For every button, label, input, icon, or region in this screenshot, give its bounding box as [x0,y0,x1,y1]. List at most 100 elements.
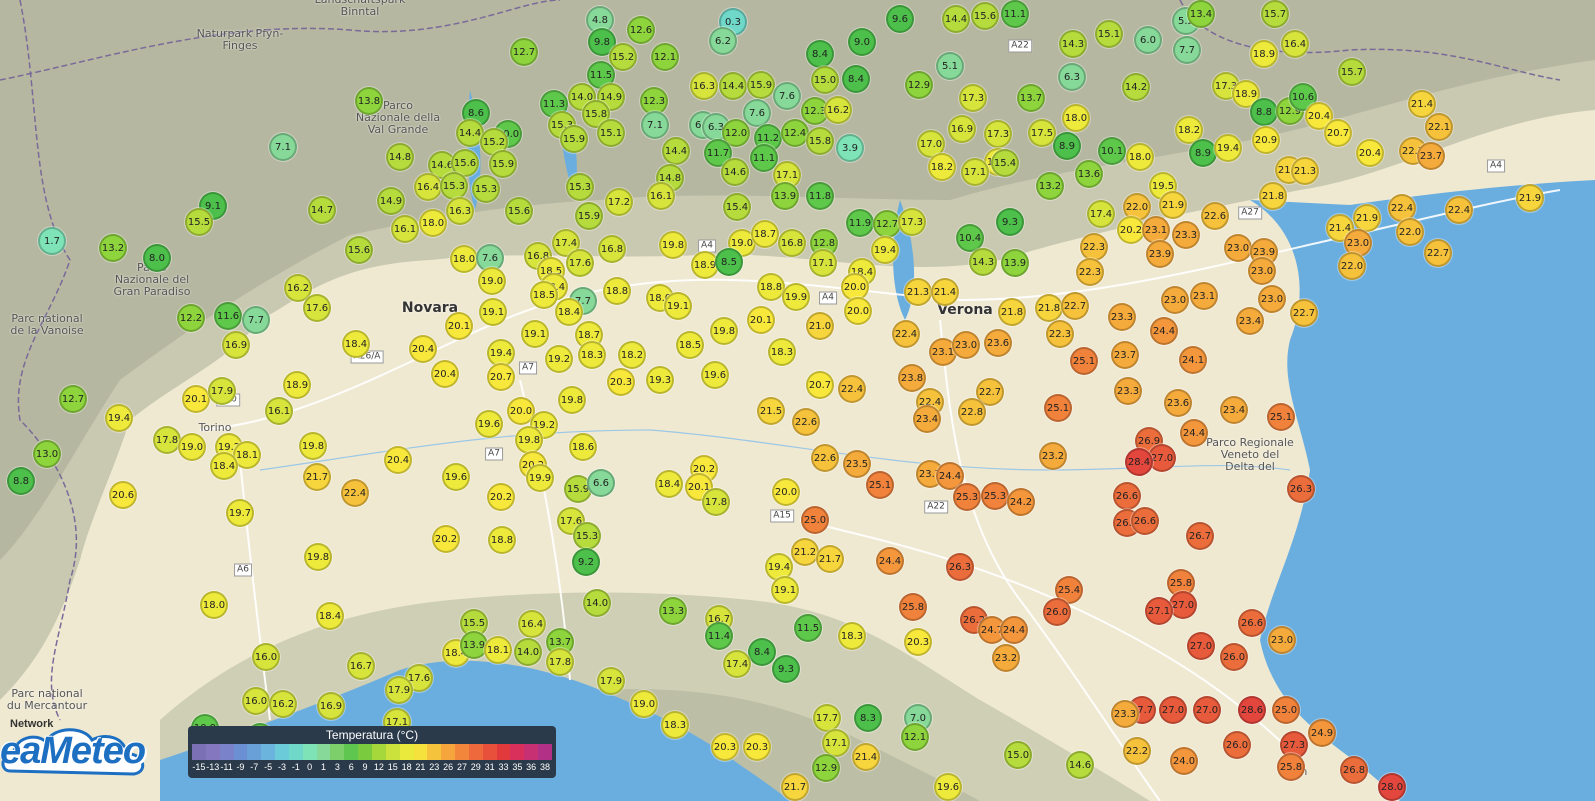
temperature-station-marker[interactable]: 16.4 [518,610,546,638]
temperature-station-marker[interactable]: 18.8 [757,273,785,301]
temperature-station-marker[interactable]: 19.8 [299,432,327,460]
temperature-station-marker[interactable]: 14.7 [308,196,336,224]
temperature-station-marker[interactable]: 13.8 [355,87,383,115]
temperature-station-marker[interactable]: 16.9 [317,692,345,720]
temperature-station-marker[interactable]: 20.1 [182,385,210,413]
temperature-station-marker[interactable]: 14.6 [721,158,749,186]
temperature-station-marker[interactable]: 14.4 [942,5,970,33]
temperature-station-marker[interactable]: 26.6 [1238,609,1266,637]
temperature-station-marker[interactable]: 19.6 [442,463,470,491]
temperature-station-marker[interactable]: 21.8 [1035,294,1063,322]
temperature-station-marker[interactable]: 18.3 [661,711,689,739]
temperature-station-marker[interactable]: 17.7 [813,704,841,732]
temperature-station-marker[interactable]: 16.1 [647,182,675,210]
temperature-station-marker[interactable]: 1.7 [38,227,66,255]
temperature-station-marker[interactable]: 22.7 [1424,239,1452,267]
temperature-station-marker[interactable]: 7.7 [242,306,270,334]
temperature-station-marker[interactable]: 12.4 [781,119,809,147]
temperature-station-marker[interactable]: 23.5 [843,450,871,478]
temperature-station-marker[interactable]: 18.3 [578,341,606,369]
temperature-station-marker[interactable]: 26.0 [1220,643,1248,671]
temperature-station-marker[interactable]: 13.0 [33,440,61,468]
temperature-station-marker[interactable]: 13.9 [771,182,799,210]
temperature-station-marker[interactable]: 15.2 [609,43,637,71]
temperature-station-marker[interactable]: 18.2 [618,341,646,369]
temperature-station-marker[interactable]: 18.5 [676,331,704,359]
temperature-station-marker[interactable]: 22.6 [811,444,839,472]
temperature-station-marker[interactable]: 20.1 [445,312,473,340]
temperature-station-marker[interactable]: 22.8 [958,398,986,426]
temperature-station-marker[interactable]: 20.4 [431,360,459,388]
temperature-station-marker[interactable]: 20.2 [487,483,515,511]
temperature-station-marker[interactable]: 19.1 [479,298,507,326]
temperature-station-marker[interactable]: 11.6 [214,302,242,330]
temperature-station-marker[interactable]: 14.0 [583,589,611,617]
temperature-station-marker[interactable]: 19.8 [558,386,586,414]
temperature-station-marker[interactable]: 20.3 [711,733,739,761]
temperature-station-marker[interactable]: 19.8 [659,231,687,259]
temperature-station-marker[interactable]: 9.0 [848,28,876,56]
temperature-station-marker[interactable]: 11.8 [806,182,834,210]
temperature-station-marker[interactable]: 23.6 [984,329,1012,357]
temperature-station-marker[interactable]: 19.1 [664,292,692,320]
temperature-station-marker[interactable]: 23.9 [1146,240,1174,268]
temperature-station-marker[interactable]: 15.3 [573,522,601,550]
temperature-station-marker[interactable]: 17.1 [961,158,989,186]
temperature-station-marker[interactable]: 19.0 [478,267,506,295]
temperature-station-marker[interactable]: 21.9 [1159,191,1187,219]
temperature-station-marker[interactable]: 13.4 [1187,0,1215,28]
temperature-station-marker[interactable]: 18.4 [316,602,344,630]
temperature-station-marker[interactable]: 18.8 [488,526,516,554]
temperature-station-marker[interactable]: 16.3 [446,197,474,225]
temperature-station-marker[interactable]: 14.4 [662,137,690,165]
temperature-station-marker[interactable]: 28.0 [1378,773,1406,801]
temperature-station-marker[interactable]: 18.4 [655,470,683,498]
temperature-station-marker[interactable]: 22.3 [1076,258,1104,286]
temperature-station-marker[interactable]: 26.3 [1287,475,1315,503]
temperature-station-marker[interactable]: 22.0 [1396,218,1424,246]
temperature-station-marker[interactable]: 16.1 [265,397,293,425]
temperature-station-marker[interactable]: 23.2 [992,644,1020,672]
temperature-station-marker[interactable]: 22.4 [1445,196,1473,224]
temperature-station-marker[interactable]: 24.9 [1308,719,1336,747]
temperature-station-marker[interactable]: 17.9 [208,377,236,405]
temperature-station-marker[interactable]: 22.3 [1080,233,1108,261]
temperature-station-marker[interactable]: 15.9 [747,71,775,99]
temperature-station-marker[interactable]: 8.9 [1053,132,1081,160]
temperature-station-marker[interactable]: 27.1 [1145,597,1173,625]
temperature-station-marker[interactable]: 9.3 [772,655,800,683]
temperature-station-marker[interactable]: 9.6 [886,5,914,33]
temperature-station-marker[interactable]: 20.2 [1117,216,1145,244]
temperature-station-marker[interactable]: 8.8 [7,467,35,495]
temperature-station-marker[interactable]: 18.3 [768,338,796,366]
temperature-station-marker[interactable]: 18.4 [210,452,238,480]
temperature-station-marker[interactable]: 21.8 [998,298,1026,326]
temperature-station-marker[interactable]: 8.4 [806,40,834,68]
temperature-station-marker[interactable]: 19.4 [1214,134,1242,162]
temperature-station-marker[interactable]: 11.4 [705,622,733,650]
temperature-station-marker[interactable]: 23.6 [1164,389,1192,417]
temperature-station-marker[interactable]: 20.4 [384,446,412,474]
temperature-station-marker[interactable]: 23.0 [952,331,980,359]
temperature-station-marker[interactable]: 15.1 [597,119,625,147]
temperature-station-marker[interactable]: 26.0 [1223,731,1251,759]
temperature-station-marker[interactable]: 23.0 [1268,626,1296,654]
temperature-station-marker[interactable]: 15.3 [472,175,500,203]
temperature-station-marker[interactable]: 19.4 [871,236,899,264]
temperature-station-marker[interactable]: 21.5 [757,397,785,425]
temperature-station-marker[interactable]: 26.7 [1186,522,1214,550]
temperature-station-marker[interactable]: 16.8 [598,235,626,263]
temperature-station-marker[interactable]: 21.3 [904,278,932,306]
temperature-station-marker[interactable]: 20.0 [772,478,800,506]
temperature-station-marker[interactable]: 6.0 [1134,26,1162,54]
temperature-station-marker[interactable]: 16.4 [414,173,442,201]
logo-text[interactable]: eaMeteo [0,730,146,773]
temperature-station-marker[interactable]: 19.7 [226,499,254,527]
temperature-station-marker[interactable]: 24.0 [1170,747,1198,775]
temperature-station-marker[interactable]: 15.7 [1338,58,1366,86]
temperature-station-marker[interactable]: 12.7 [873,210,901,238]
temperature-station-marker[interactable]: 20.4 [1356,139,1384,167]
temperature-station-marker[interactable]: 17.4 [723,650,751,678]
temperature-station-marker[interactable]: 19.4 [105,404,133,432]
temperature-station-marker[interactable]: 19.9 [526,464,554,492]
